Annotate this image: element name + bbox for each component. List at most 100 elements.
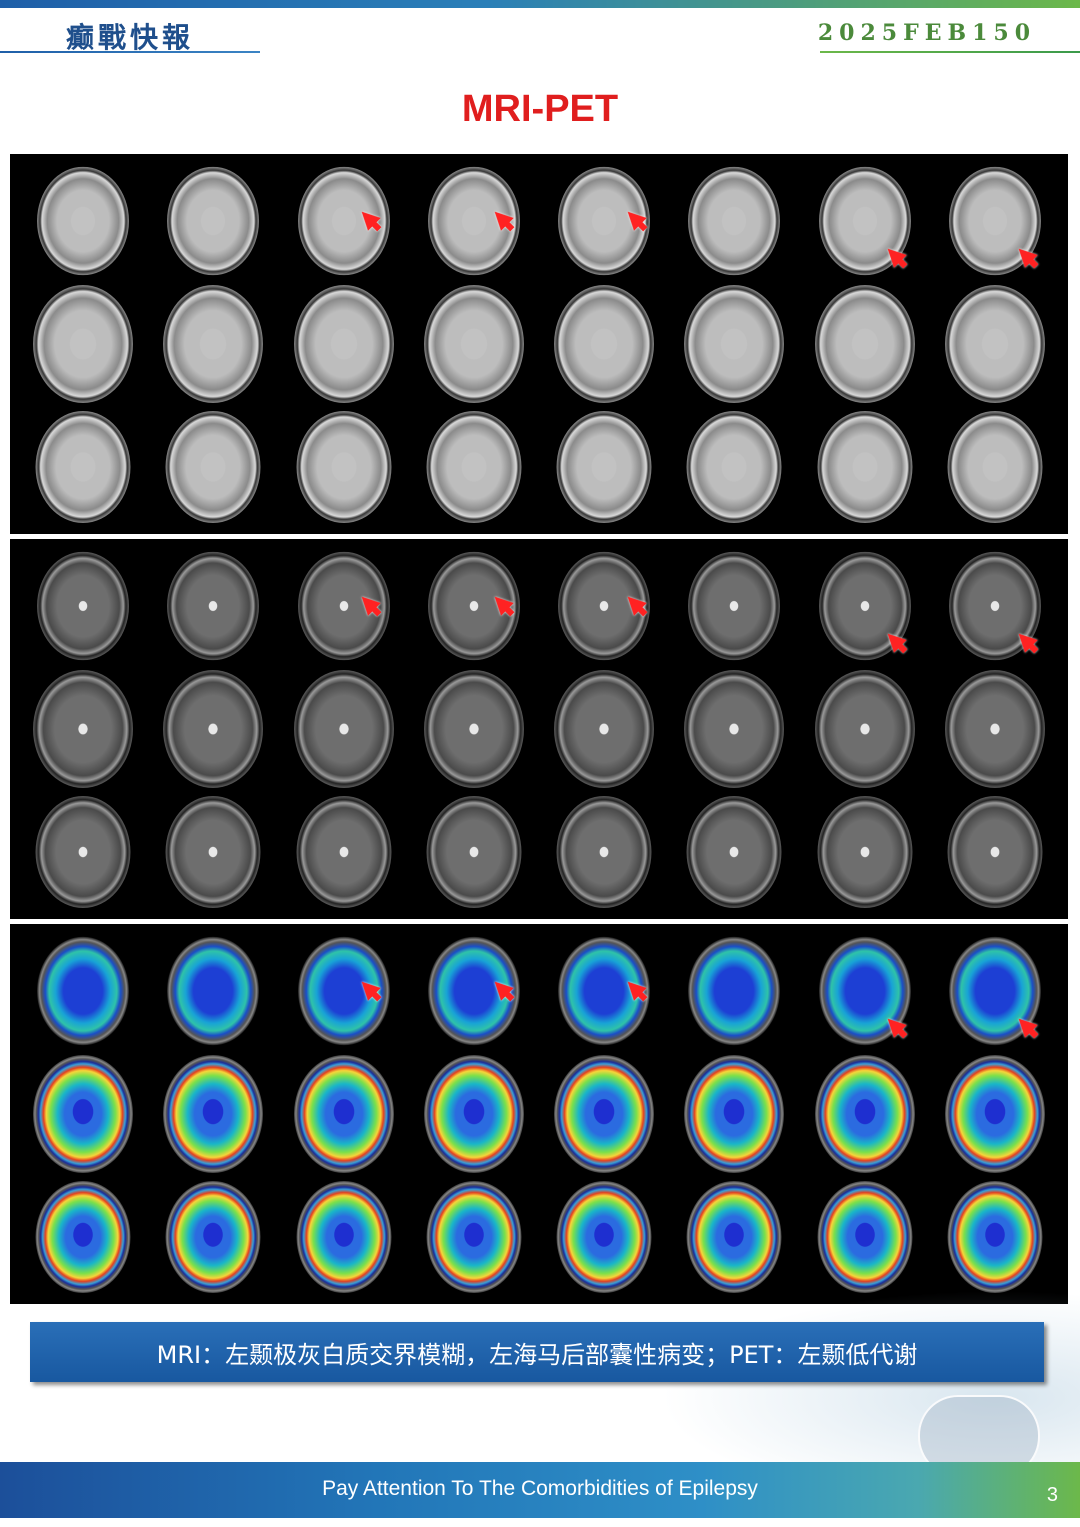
t2-slice-r1-c3 [279, 545, 409, 668]
flair-slice-r1-c5 [539, 160, 669, 283]
flair-slice-r2-c5 [539, 283, 669, 406]
pet-slice-r3-c1 [18, 1175, 148, 1298]
brain-slice-image [296, 795, 392, 908]
brain-slice-image [165, 795, 261, 908]
brain-slice-image [556, 410, 652, 523]
t2-slice-r3-c8 [930, 790, 1060, 913]
findings-caption-box: MRI：左颞极灰白质交界模糊，左海马后部囊性病变；PET：左颞低代谢 [30, 1322, 1044, 1382]
brain-slice-image [37, 167, 130, 276]
flair-slice-r3-c3 [279, 405, 409, 528]
t2-slice-r2-c1 [18, 668, 148, 791]
flair-slice-r1-c2 [148, 160, 278, 283]
t2-slice-r3-c3 [279, 790, 409, 913]
brain-slice-image [296, 410, 392, 523]
t2-slice-r1-c5 [539, 545, 669, 668]
flair-slice-r2-c6 [669, 283, 799, 406]
brain-slice-image [293, 284, 394, 403]
flair-slice-r3-c7 [800, 405, 930, 528]
brain-slice-image [554, 284, 655, 403]
brain-slice-image [37, 937, 130, 1046]
flair-slice-r1-c8 [930, 160, 1060, 283]
pet-slice-r1-c5 [539, 930, 669, 1053]
brain-slice-image [423, 669, 524, 788]
flair-slice-r1-c4 [409, 160, 539, 283]
t2-slice-r1-c4 [409, 545, 539, 668]
brain-slice-image [423, 284, 524, 403]
t2-slice-r3-c4 [409, 790, 539, 913]
brain-slice-image [814, 284, 915, 403]
brain-slice-image [554, 1054, 655, 1173]
pet-slice-r3-c3 [279, 1175, 409, 1298]
brain-slice-image [167, 552, 260, 661]
t2-slice-r2-c7 [800, 668, 930, 791]
brain-slice-image [814, 1054, 915, 1173]
issue-code: 2025FEB150 [817, 20, 1036, 46]
brain-slice-image [686, 1180, 782, 1293]
brain-slice-image [33, 1054, 134, 1173]
top-accent-bar [0, 0, 1080, 8]
page-number: 3 [1046, 1484, 1058, 1506]
pet-panel [10, 924, 1068, 1304]
brain-slice-image [686, 410, 782, 523]
t2-slice-r1-c8 [930, 545, 1060, 668]
brain-slice-image [556, 795, 652, 908]
brain-slice-image [684, 1054, 785, 1173]
t2-slice-r1-c6 [669, 545, 799, 668]
pet-slice-r1-c7 [800, 930, 930, 1053]
pet-slice-r2-c7 [800, 1053, 930, 1176]
brain-slice-image [33, 284, 134, 403]
brain-slice-image [686, 795, 782, 908]
t2-slice-r2-c2 [148, 668, 278, 791]
pet-slice-r2-c1 [18, 1053, 148, 1176]
brain-slice-image [293, 1054, 394, 1173]
flair-slice-r2-c2 [148, 283, 278, 406]
flair-slice-r1-c3 [279, 160, 409, 283]
brain-slice-image [167, 937, 260, 1046]
pet-slice-r3-c7 [800, 1175, 930, 1298]
brain-slice-image [684, 284, 785, 403]
pet-slice-r1-c3 [279, 930, 409, 1053]
brain-slice-image [944, 1054, 1045, 1173]
t2-slice-r3-c2 [148, 790, 278, 913]
flair-slice-r2-c1 [18, 283, 148, 406]
brain-slice-image [426, 410, 522, 523]
brain-slice-image [423, 1054, 524, 1173]
t2-slice-r1-c2 [148, 545, 278, 668]
brain-slice-image [165, 1180, 261, 1293]
brain-slice-image [426, 1180, 522, 1293]
pet-slice-r2-c8 [930, 1053, 1060, 1176]
pet-slice-r1-c1 [18, 930, 148, 1053]
brain-slice-image [37, 552, 130, 661]
brain-slice-image [947, 795, 1043, 908]
header-rule-left [0, 51, 260, 53]
pet-slice-r1-c8 [930, 930, 1060, 1053]
t2-slice-r2-c8 [930, 668, 1060, 791]
t2-slice-r3-c1 [18, 790, 148, 913]
t2-slice-r1-c1 [18, 545, 148, 668]
brain-slice-image [944, 669, 1045, 788]
flair-image-grid [18, 160, 1060, 528]
brain-slice-image [163, 669, 264, 788]
brain-slice-image [554, 669, 655, 788]
brain-slice-image [35, 1180, 131, 1293]
pet-slice-r1-c2 [148, 930, 278, 1053]
footer-text: Pay Attention To The Comorbidities of Ep… [322, 1477, 758, 1500]
flair-slice-r3-c8 [930, 405, 1060, 528]
pet-slice-r1-c6 [669, 930, 799, 1053]
pet-image-grid [18, 930, 1060, 1298]
flair-slice-r2-c3 [279, 283, 409, 406]
flair-slice-r3-c5 [539, 405, 669, 528]
journal-title: 癫戰快報 [66, 21, 195, 54]
brain-slice-image [163, 1054, 264, 1173]
pet-slice-r2-c2 [148, 1053, 278, 1176]
t2-mri-panel [10, 539, 1068, 919]
brain-slice-image [33, 669, 134, 788]
brain-slice-image [293, 669, 394, 788]
brain-slice-image [35, 410, 131, 523]
pet-slice-r1-c4 [409, 930, 539, 1053]
brain-slice-image [944, 284, 1045, 403]
brain-slice-image [167, 167, 260, 276]
flair-slice-r3-c2 [148, 405, 278, 528]
brain-slice-image [688, 167, 781, 276]
brain-slice-image [296, 1180, 392, 1293]
